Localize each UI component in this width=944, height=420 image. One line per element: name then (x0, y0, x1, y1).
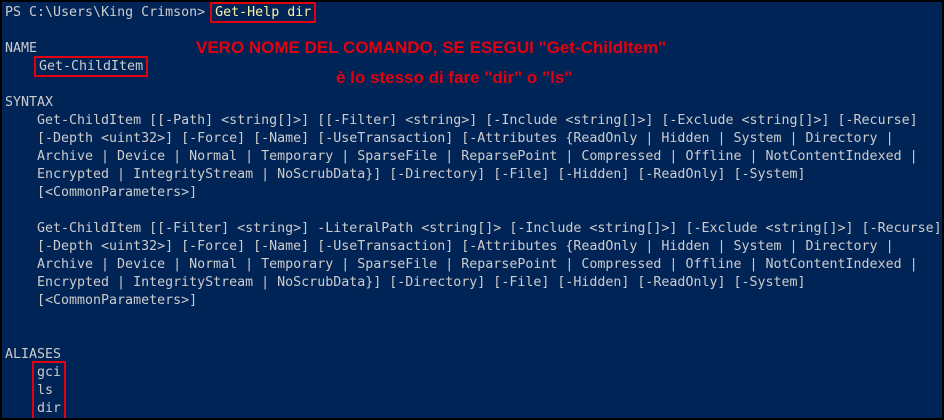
command-text: Get-Help dir (210, 2, 317, 23)
annotation-line-1: VERO NOME DEL COMANDO, SE ESEGUI "Get-Ch… (196, 38, 667, 57)
powershell-window: PS C:\Users\King Crimson> Get-Help dir V… (0, 0, 944, 420)
syntax-line: [<CommonParameters>] (37, 185, 198, 200)
syntax-line: [<CommonParameters>] (37, 293, 198, 308)
aliases-list: gci ls dir (31, 361, 67, 418)
syntax-line: Get-ChildItem [[-Path] <string[]>] [[-Fi… (37, 113, 918, 128)
name-value-text: Get-ChildItem (33, 56, 149, 77)
name-value: Get-ChildItem (33, 56, 149, 77)
syntax-line: Encrypted | IntegrityStream | NoScrubDat… (37, 167, 806, 182)
syntax-line: Archive | Device | Normal | Temporary | … (37, 257, 918, 272)
syntax-block-1: Get-ChildItem [[-Path] <string[]>] [[-Fi… (37, 112, 918, 202)
alias-item: gci (37, 365, 62, 380)
annotation-line-2: è lo stesso di fare "dir" o "ls" (336, 68, 573, 87)
name-header: NAME (5, 41, 38, 56)
syntax-line: [-Depth <uint32>] [-Force] [-Name] [-Use… (37, 131, 894, 146)
aliases-header: ALIASES (5, 347, 62, 362)
syntax-line: Encrypted | IntegrityStream | NoScrubDat… (37, 275, 806, 290)
syntax-line: Archive | Device | Normal | Temporary | … (37, 149, 918, 164)
syntax-block-2: Get-ChildItem [[-Filter] <string>] -Lite… (37, 220, 942, 310)
alias-item: ls (37, 383, 54, 398)
syntax-line: [-Depth <uint32>] [-Force] [-Name] [-Use… (37, 239, 894, 254)
syntax-line: Get-ChildItem [[-Filter] <string>] -Lite… (37, 221, 942, 236)
prompt-line: PS C:\Users\King Crimson> Get-Help dir (5, 2, 317, 23)
alias-item: dir (37, 401, 62, 416)
syntax-header: SYNTAX (5, 95, 54, 110)
prompt-path: PS C:\Users\King Crimson> (5, 5, 206, 20)
